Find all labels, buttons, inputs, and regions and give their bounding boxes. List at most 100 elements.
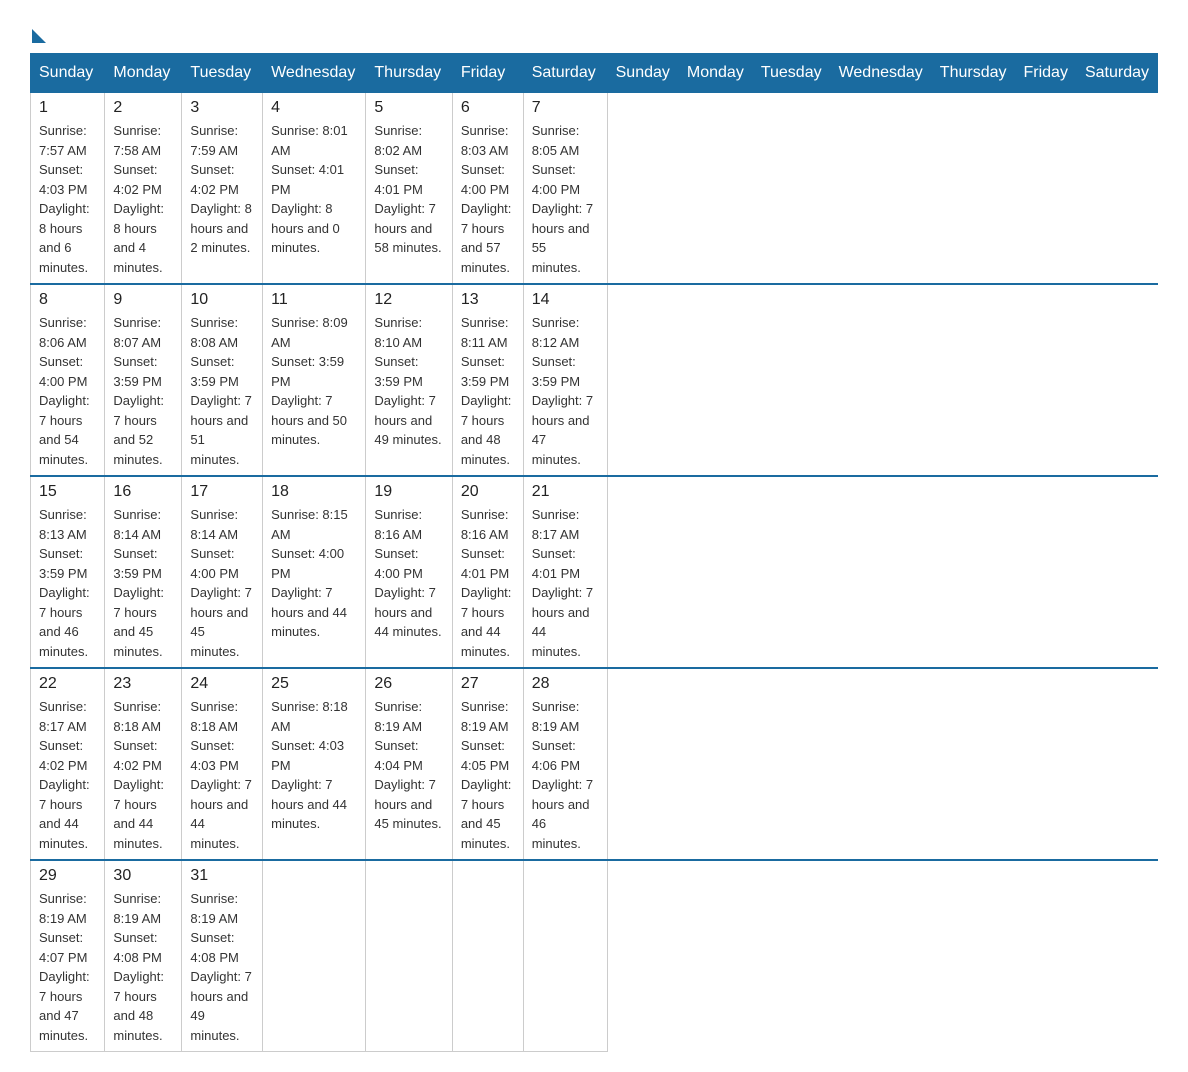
day-number: 2 — [113, 99, 173, 117]
calendar-cell: 12 Sunrise: 8:10 AMSunset: 3:59 PMDayligh… — [366, 284, 452, 476]
day-info: Sunrise: 8:03 AMSunset: 4:00 PMDaylight:… — [461, 121, 515, 277]
calendar-cell: 1 Sunrise: 7:57 AMSunset: 4:03 PMDaylight… — [31, 93, 105, 285]
day-info: Sunrise: 8:19 AMSunset: 4:04 PMDaylight:… — [374, 697, 443, 834]
day-number: 6 — [461, 99, 515, 117]
day-info: Sunrise: 8:12 AMSunset: 3:59 PMDaylight:… — [532, 313, 599, 469]
col-header-saturday: Saturday — [523, 54, 607, 93]
day-info: Sunrise: 8:19 AMSunset: 4:05 PMDaylight:… — [461, 697, 515, 853]
day-number: 15 — [39, 483, 96, 501]
day-number: 19 — [374, 483, 443, 501]
day-info: Sunrise: 8:16 AMSunset: 4:00 PMDaylight:… — [374, 505, 443, 642]
logo-arrow-icon — [32, 29, 46, 43]
calendar-cell: 24 Sunrise: 8:18 AMSunset: 4:03 PMDayligh… — [182, 668, 263, 860]
calendar-cell: 28 Sunrise: 8:19 AMSunset: 4:06 PMDayligh… — [523, 668, 607, 860]
day-info: Sunrise: 8:16 AMSunset: 4:01 PMDaylight:… — [461, 505, 515, 661]
calendar-cell: 18 Sunrise: 8:15 AMSunset: 4:00 PMDayligh… — [263, 476, 366, 668]
day-number: 22 — [39, 675, 96, 693]
day-info: Sunrise: 8:01 AMSunset: 4:01 PMDaylight:… — [271, 121, 357, 258]
calendar-cell: 4 Sunrise: 8:01 AMSunset: 4:01 PMDaylight… — [263, 93, 366, 285]
day-info: Sunrise: 8:19 AMSunset: 4:08 PMDaylight:… — [113, 889, 173, 1045]
calendar-cell: 9 Sunrise: 8:07 AMSunset: 3:59 PMDaylight… — [105, 284, 182, 476]
calendar-cell: 10 Sunrise: 8:08 AMSunset: 3:59 PMDayligh… — [182, 284, 263, 476]
day-info: Sunrise: 8:06 AMSunset: 4:00 PMDaylight:… — [39, 313, 96, 469]
day-info: Sunrise: 8:18 AMSunset: 4:03 PMDaylight:… — [190, 697, 254, 853]
col-header-saturday: Saturday — [1076, 54, 1157, 93]
calendar-cell: 5 Sunrise: 8:02 AMSunset: 4:01 PMDaylight… — [366, 93, 452, 285]
day-info: Sunrise: 8:17 AMSunset: 4:02 PMDaylight:… — [39, 697, 96, 853]
col-header-friday: Friday — [452, 54, 523, 93]
calendar-cell: 6 Sunrise: 8:03 AMSunset: 4:00 PMDaylight… — [452, 93, 523, 285]
col-header-wednesday: Wednesday — [263, 54, 366, 93]
calendar-cell: 26 Sunrise: 8:19 AMSunset: 4:04 PMDayligh… — [366, 668, 452, 860]
day-number: 4 — [271, 99, 357, 117]
col-header-monday: Monday — [678, 54, 752, 93]
day-number: 8 — [39, 291, 96, 309]
day-info: Sunrise: 8:18 AMSunset: 4:02 PMDaylight:… — [113, 697, 173, 853]
day-number: 3 — [190, 99, 254, 117]
day-info: Sunrise: 8:19 AMSunset: 4:08 PMDaylight:… — [190, 889, 254, 1045]
day-number: 27 — [461, 675, 515, 693]
day-info: Sunrise: 7:57 AMSunset: 4:03 PMDaylight:… — [39, 121, 96, 277]
day-number: 28 — [532, 675, 599, 693]
day-number: 1 — [39, 99, 96, 117]
day-info: Sunrise: 8:13 AMSunset: 3:59 PMDaylight:… — [39, 505, 96, 661]
col-header-sunday: Sunday — [31, 54, 105, 93]
col-header-thursday: Thursday — [931, 54, 1015, 93]
calendar-cell: 30Sunrise: 8:19 AMSunset: 4:08 PMDayligh… — [105, 860, 182, 1052]
day-number: 26 — [374, 675, 443, 693]
calendar-cell: 25Sunrise: 8:18 AMSunset: 4:03 PMDayligh… — [263, 668, 366, 860]
calendar-cell: 17Sunrise: 8:14 AMSunset: 4:00 PMDayligh… — [182, 476, 263, 668]
calendar-cell: 16Sunrise: 8:14 AMSunset: 3:59 PMDayligh… — [105, 476, 182, 668]
calendar-cell — [523, 860, 607, 1052]
calendar-header-row: SundayMondayTuesdayWednesdayThursdayFrid… — [31, 54, 1158, 93]
day-info: Sunrise: 8:09 AMSunset: 3:59 PMDaylight:… — [271, 313, 357, 450]
calendar-cell — [263, 860, 366, 1052]
day-info: Sunrise: 8:15 AMSunset: 4:00 PMDaylight:… — [271, 505, 357, 642]
calendar-cell: 2Sunrise: 7:58 AMSunset: 4:02 PMDaylight… — [105, 93, 182, 285]
day-info: Sunrise: 8:10 AMSunset: 3:59 PMDaylight:… — [374, 313, 443, 450]
calendar-cell: 29 Sunrise: 8:19 AMSunset: 4:07 PMDayligh… — [31, 860, 105, 1052]
day-number: 23 — [113, 675, 173, 693]
day-number: 5 — [374, 99, 443, 117]
day-info: Sunrise: 8:11 AMSunset: 3:59 PMDaylight:… — [461, 313, 515, 469]
day-number: 21 — [532, 483, 599, 501]
calendar-week-row: 22 Sunrise: 8:17 AMSunset: 4:02 PMDayligh… — [31, 668, 1158, 860]
day-number: 11 — [271, 291, 357, 309]
day-number: 10 — [190, 291, 254, 309]
col-header-friday: Friday — [1015, 54, 1076, 93]
day-info: Sunrise: 8:02 AMSunset: 4:01 PMDaylight:… — [374, 121, 443, 258]
calendar-cell: 15 Sunrise: 8:13 AMSunset: 3:59 PMDayligh… — [31, 476, 105, 668]
day-info: Sunrise: 8:14 AMSunset: 4:00 PMDaylight:… — [190, 505, 254, 661]
day-info: Sunrise: 8:19 AMSunset: 4:06 PMDaylight:… — [532, 697, 599, 853]
day-info: Sunrise: 7:59 AMSunset: 4:02 PMDaylight:… — [190, 121, 254, 258]
day-number: 9 — [113, 291, 173, 309]
day-number: 12 — [374, 291, 443, 309]
day-number: 25 — [271, 675, 357, 693]
day-number: 18 — [271, 483, 357, 501]
col-header-monday: Monday — [105, 54, 182, 93]
calendar-cell: 20Sunrise: 8:16 AMSunset: 4:01 PMDayligh… — [452, 476, 523, 668]
day-number: 7 — [532, 99, 599, 117]
day-number: 24 — [190, 675, 254, 693]
calendar-week-row: 15 Sunrise: 8:13 AMSunset: 3:59 PMDayligh… — [31, 476, 1158, 668]
day-info: Sunrise: 8:19 AMSunset: 4:07 PMDaylight:… — [39, 889, 96, 1045]
col-header-tuesday: Tuesday — [182, 54, 263, 93]
col-header-tuesday: Tuesday — [752, 54, 830, 93]
calendar-cell: 27 Sunrise: 8:19 AMSunset: 4:05 PMDayligh… — [452, 668, 523, 860]
day-number: 14 — [532, 291, 599, 309]
calendar-cell: 8 Sunrise: 8:06 AMSunset: 4:00 PMDaylight… — [31, 284, 105, 476]
calendar-cell: 31 Sunrise: 8:19 AMSunset: 4:08 PMDayligh… — [182, 860, 263, 1052]
calendar-cell — [452, 860, 523, 1052]
page-header — [30, 20, 1158, 43]
day-info: Sunrise: 8:07 AMSunset: 3:59 PMDaylight:… — [113, 313, 173, 469]
day-number: 13 — [461, 291, 515, 309]
calendar-cell: 21Sunrise: 8:17 AMSunset: 4:01 PMDayligh… — [523, 476, 607, 668]
calendar-table: SundayMondayTuesdayWednesdayThursdayFrid… — [30, 53, 1158, 1052]
day-number: 31 — [190, 867, 254, 885]
day-number: 29 — [39, 867, 96, 885]
col-header-sunday: Sunday — [607, 54, 678, 93]
calendar-cell: 14 Sunrise: 8:12 AMSunset: 3:59 PMDayligh… — [523, 284, 607, 476]
calendar-cell: 23 Sunrise: 8:18 AMSunset: 4:02 PMDayligh… — [105, 668, 182, 860]
day-info: Sunrise: 8:08 AMSunset: 3:59 PMDaylight:… — [190, 313, 254, 469]
day-number: 16 — [113, 483, 173, 501]
